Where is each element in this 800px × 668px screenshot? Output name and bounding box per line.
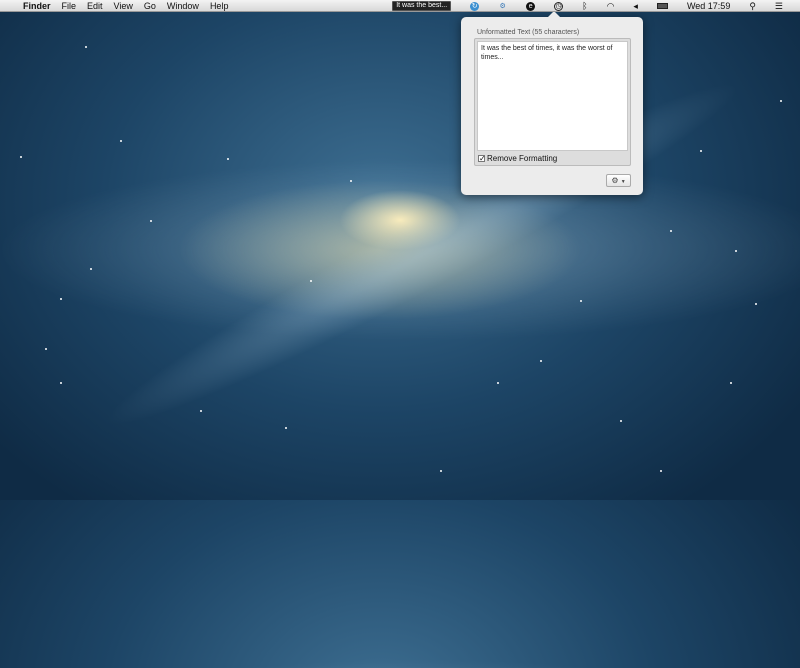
bluetooth-icon[interactable]: ᛒ [582, 1, 587, 11]
checkmark-icon[interactable]: ✓ [478, 155, 486, 163]
star [700, 150, 702, 152]
star [540, 360, 542, 362]
desktop-wallpaper [0, 0, 800, 668]
menu-window[interactable]: Window [167, 1, 199, 11]
star [200, 410, 202, 412]
star [497, 382, 499, 384]
menu-edit[interactable]: Edit [87, 1, 103, 11]
star [310, 280, 312, 282]
status-item-text[interactable]: It was the best... [392, 1, 452, 11]
sync-icon[interactable]: ↻ [470, 1, 480, 11]
star [620, 420, 622, 422]
menu-view[interactable]: View [114, 1, 133, 11]
text-box: ✓ Remove Formatting [474, 38, 631, 166]
chevron-down-icon: ▼ [620, 179, 626, 185]
spotlight-icon[interactable]: ⚲ [749, 1, 756, 12]
star [670, 230, 672, 232]
remove-formatting-label: Remove Formatting [487, 154, 558, 163]
star [85, 46, 87, 48]
star [60, 382, 62, 384]
star [227, 158, 229, 160]
star [735, 250, 737, 252]
wifi-icon[interactable]: ◠ [607, 1, 615, 12]
volume-icon[interactable]: ◂ [633, 1, 638, 12]
evernote-icon[interactable]: e [526, 1, 536, 11]
text-area[interactable] [477, 41, 628, 151]
menu-go[interactable]: Go [144, 1, 156, 11]
star [730, 382, 732, 384]
gear-icon: ⚙ [611, 176, 619, 185]
star [120, 140, 122, 142]
star [755, 303, 757, 305]
notification-center-icon[interactable]: ☰ [775, 1, 783, 12]
star [780, 100, 782, 102]
star [440, 470, 442, 472]
star [90, 268, 92, 270]
time-machine-icon[interactable]: ◷ [554, 1, 564, 11]
popover: Unformatted Text (55 characters) ✓ Remov… [461, 11, 643, 195]
menu-help[interactable]: Help [210, 1, 229, 11]
menu-file[interactable]: File [62, 1, 77, 11]
remove-formatting-checkbox[interactable]: ✓ Remove Formatting [478, 154, 557, 163]
gear-menu-button[interactable]: ⚙ ▼ [606, 174, 631, 187]
star [350, 180, 352, 182]
star [150, 220, 152, 222]
menu-finder[interactable]: Finder [23, 1, 51, 11]
star [580, 300, 582, 302]
star [60, 298, 62, 300]
clock[interactable]: Wed 17:59 [687, 1, 730, 11]
star [45, 348, 47, 350]
battery-icon[interactable] [656, 3, 668, 9]
star [20, 156, 22, 158]
star [285, 427, 287, 429]
gears-icon[interactable]: ⚙ [498, 2, 507, 11]
star [660, 470, 662, 472]
text-label: Unformatted Text (55 characters) [477, 29, 580, 36]
menu-bar: Finder File Edit View Go Window Help It … [0, 0, 800, 12]
